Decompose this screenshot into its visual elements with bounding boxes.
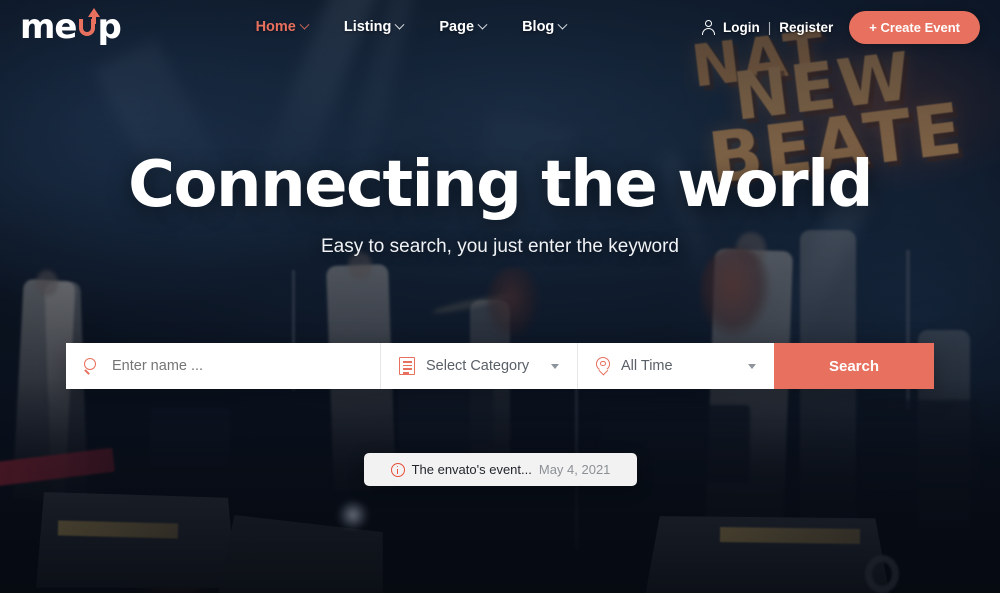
map-pin-icon	[596, 356, 610, 376]
hero-title: Connecting the world	[128, 148, 873, 222]
category-select-value: Select Category	[426, 358, 530, 374]
info-circle-icon	[390, 462, 405, 477]
time-select-value: All Time	[621, 358, 673, 374]
login-link[interactable]: Login	[723, 20, 760, 35]
logo-text-left: me	[20, 7, 77, 47]
nav-item-label: Listing	[343, 19, 392, 35]
main-navigation: Home Listing Page Blog	[255, 19, 568, 35]
hero-subtitle: Easy to search, you just enter the keywo…	[320, 236, 679, 258]
chevron-down-icon	[551, 363, 559, 369]
register-link[interactable]: Register	[779, 20, 833, 35]
nav-item-label: Home	[255, 19, 296, 35]
search-input[interactable]	[112, 358, 362, 374]
site-logo[interactable]: me p	[20, 7, 122, 47]
nav-item-label: Page	[439, 19, 475, 35]
toast-title: The envato's event...	[411, 462, 532, 477]
search-icon	[84, 357, 101, 375]
chevron-down-icon	[394, 19, 405, 30]
create-event-button[interactable]: + Create Event	[849, 10, 980, 44]
site-header: me p Home Listing Page Blog Login | Regi…	[0, 0, 1000, 54]
nav-item-listing[interactable]: Listing	[343, 19, 405, 35]
time-select[interactable]: All Time	[577, 343, 774, 389]
nav-item-blog[interactable]: Blog	[522, 19, 568, 35]
account-separator: |	[767, 19, 772, 35]
toast-date: May 4, 2021	[538, 462, 611, 477]
hero-background: NAT NEW BEATE	[0, 0, 1000, 593]
user-icon	[701, 19, 716, 35]
hero-content: Connecting the world Easy to search, you…	[0, 150, 1000, 258]
nav-item-label: Blog	[522, 19, 555, 35]
list-document-icon	[399, 357, 415, 375]
event-search-bar: Select Category All Time Search	[66, 343, 934, 389]
chevron-down-icon	[477, 19, 488, 30]
event-toast-notification[interactable]: The envato's event... May 4, 2021	[364, 453, 637, 486]
search-button[interactable]: Search	[774, 343, 934, 389]
chevron-down-icon	[299, 19, 310, 30]
hero-overlay-tint	[0, 0, 1000, 593]
chevron-down-icon	[748, 363, 756, 369]
search-name-field[interactable]	[66, 343, 380, 389]
chevron-down-icon	[557, 19, 568, 30]
account-links: Login | Register	[701, 19, 833, 35]
logo-text-right: p	[97, 7, 122, 47]
nav-item-page[interactable]: Page	[439, 19, 488, 35]
category-select[interactable]: Select Category	[380, 343, 577, 389]
logo-u-arrow-icon	[77, 8, 100, 38]
nav-item-home[interactable]: Home	[255, 19, 310, 35]
